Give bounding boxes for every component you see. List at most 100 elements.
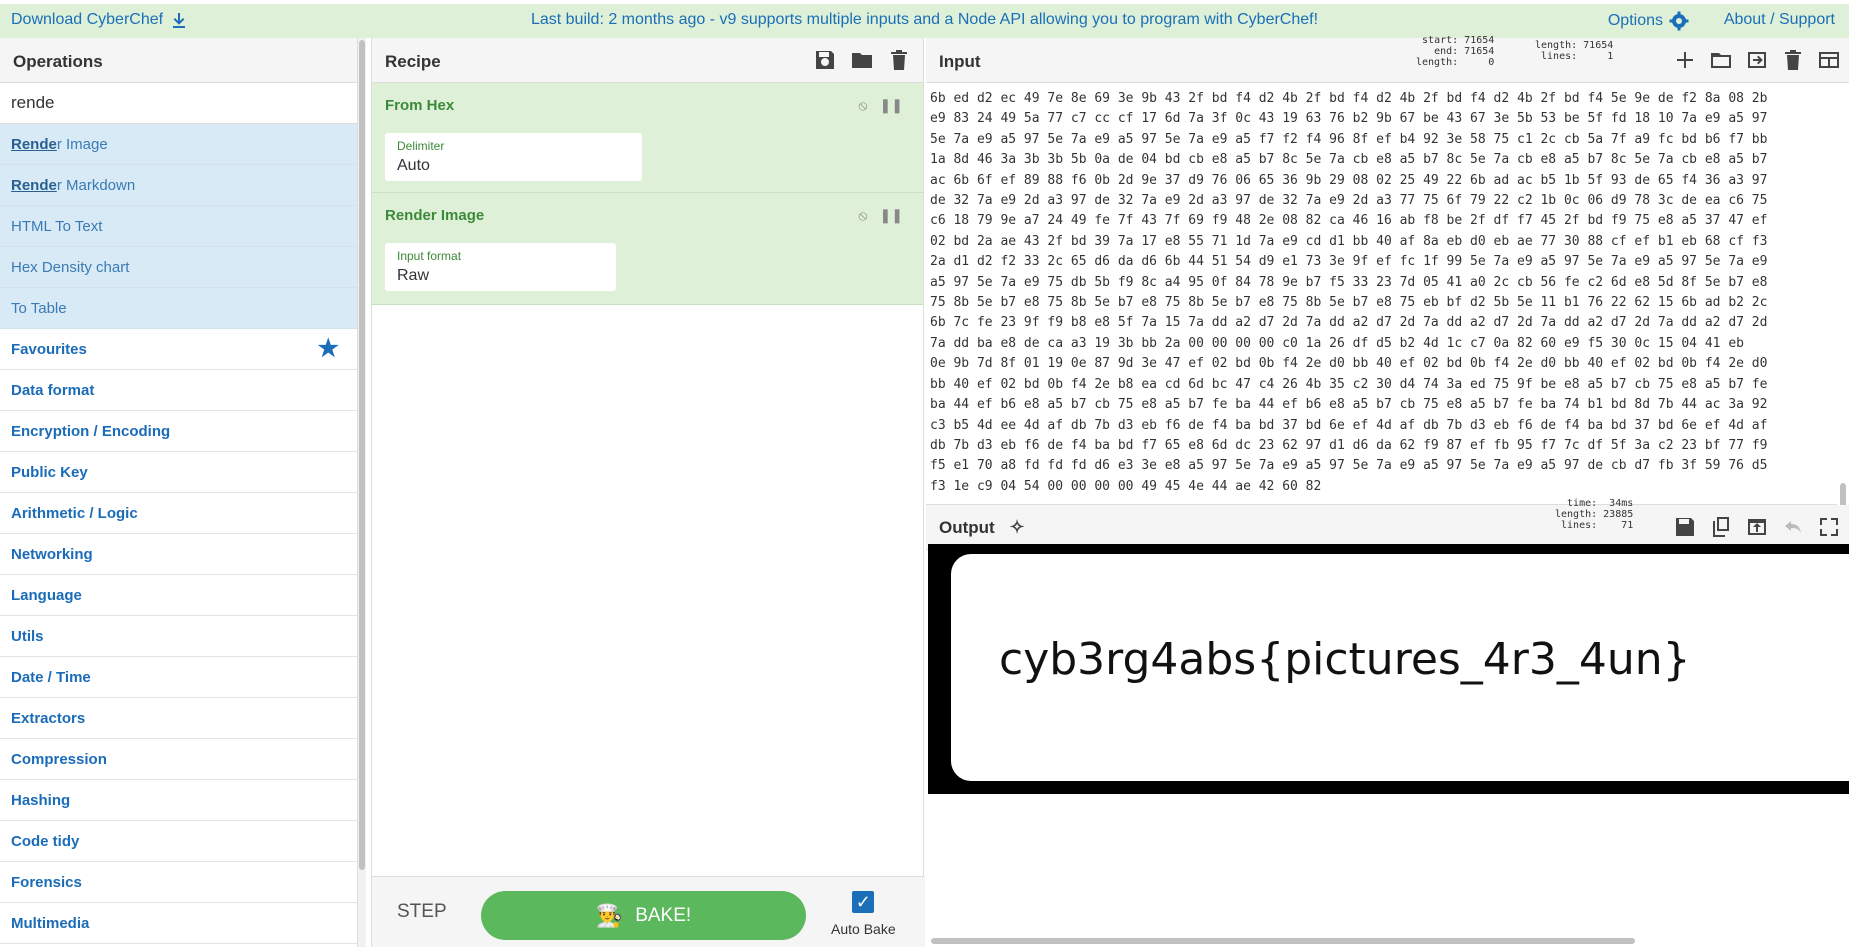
save-icon[interactable] [813, 48, 837, 72]
operation-result-item[interactable]: Render Markdown [0, 165, 357, 206]
category-item[interactable]: Data format [0, 370, 357, 411]
category-item[interactable]: Encryption / Encoding [0, 411, 357, 452]
about-support-link[interactable]: About / Support [1724, 11, 1835, 29]
hex-line: 75 8b 5e b7 e8 75 8b 5e b7 e8 75 8b 5e b… [930, 295, 1768, 311]
hex-line: db 7b d3 eb f6 de f4 ba bd f7 65 e8 6d d… [930, 437, 1768, 453]
field-value: Auto [397, 157, 430, 174]
hex-line: 02 bd 2a ae 43 2f bd 39 7a 17 e8 55 71 1… [930, 233, 1768, 249]
hex-line: 6b ed d2 ec 49 7e 8e 69 3e 9b 43 2f bd f… [930, 91, 1768, 106]
copy-icon[interactable] [1709, 515, 1733, 539]
hex-line: c6 18 79 9e a7 24 49 fe 7f 43 7f 69 f9 4… [930, 213, 1768, 229]
rendered-image: cyb3rg4abs{pictures_4r3_4un} [928, 544, 1849, 794]
hex-line: a5 97 5e 7a e9 75 db 5b f9 8c a4 95 0f 8… [930, 274, 1768, 290]
category-item[interactable]: Multimedia [0, 903, 357, 944]
operations-title: Operations [0, 38, 357, 83]
category-label: Forensics [11, 874, 82, 891]
category-item[interactable]: Forensics [0, 862, 357, 903]
category-label: Networking [11, 546, 93, 563]
reset-layout-icon[interactable] [1817, 48, 1841, 72]
operation-result-item[interactable]: To Table [0, 288, 357, 329]
hex-line: c3 b5 4d ee 4d af db 7b d3 eb f6 de f4 b… [930, 417, 1768, 433]
category-label: Arithmetic / Logic [11, 505, 138, 522]
bake-button[interactable]: 👨‍🍳 BAKE! [481, 891, 806, 940]
add-tab-icon[interactable] [1673, 48, 1697, 72]
open-file-icon[interactable] [1745, 48, 1769, 72]
input-textarea[interactable]: 6b ed d2 ec 49 7e 8e 69 3e 9b 43 2f bd f… [926, 83, 1836, 505]
operations-search-input[interactable]: rende [0, 83, 357, 124]
hex-line: 0e 9b 7d 8f 01 19 0e 87 9d 3e 47 ef 02 b… [930, 356, 1768, 372]
hex-line: 6b 7c fe 23 9f f9 b8 e8 5f 7a 15 7a dd a… [930, 315, 1768, 331]
disable-icon[interactable]: ⦸ [858, 207, 867, 224]
hex-line: 7a dd ba e8 de ca a3 19 3b bb 2a 00 00 0… [930, 335, 1744, 351]
folder-icon[interactable] [850, 48, 874, 72]
output-title: Output [939, 518, 995, 537]
operation-result-item[interactable]: Hex Density chart [0, 247, 357, 288]
options-link[interactable]: Options [1608, 11, 1689, 31]
bake-label: BAKE! [635, 904, 692, 926]
operation-name: HTML To Text [11, 218, 103, 235]
category-label: Hashing [11, 792, 71, 809]
category-item[interactable]: Hashing [0, 780, 357, 821]
category-label: Code tidy [11, 833, 80, 850]
replace-input-icon[interactable] [1745, 515, 1769, 539]
maximize-icon[interactable] [1817, 515, 1841, 539]
output-panel: Output ✧ time: 34ms length: 23885 lines:… [926, 498, 1849, 947]
options-label: Options [1607, 12, 1663, 29]
delimiter-field[interactable]: Delimiter Auto [385, 133, 642, 181]
operation-name: r Markdown [56, 177, 136, 194]
bake-bar: STEP 👨‍🍳 BAKE! ✓ Auto Bake [372, 876, 925, 947]
top-banner: Download CyberChef Last build: 2 months … [0, 0, 1849, 38]
operation-result-item[interactable]: Render Image [0, 124, 357, 165]
magic-wand-icon[interactable]: ✧ [1009, 517, 1024, 537]
input-selection-info: start: 71654 end: 71654 length: 0 [1416, 35, 1495, 68]
auto-bake-toggle[interactable]: ✓ Auto Bake [831, 891, 896, 937]
category-item[interactable]: Date / Time [0, 657, 357, 698]
checkbox-checked-icon[interactable]: ✓ [852, 891, 875, 913]
category-label: Compression [11, 751, 107, 768]
trash-icon[interactable] [887, 48, 911, 72]
category-label: Utils [11, 628, 44, 645]
recipe-op-from-hex[interactable]: From Hex ⦸ ❚❚ Delimiter Auto [372, 83, 923, 193]
build-notice[interactable]: Last build: 2 months ago - v9 supports m… [0, 11, 1849, 29]
category-item[interactable]: Code tidy [0, 821, 357, 862]
category-item[interactable]: Utils [0, 616, 357, 657]
clear-input-icon[interactable] [1781, 48, 1805, 72]
step-button[interactable]: STEP [397, 901, 447, 923]
operations-scrollbar[interactable] [358, 38, 366, 947]
category-item[interactable]: Extractors [0, 698, 357, 739]
hex-line: 1a 8d 46 3a 3b 3b 5b 0a de 04 bd cb e8 a… [930, 152, 1768, 168]
category-item[interactable]: Arithmetic / Logic [0, 493, 357, 534]
category-item[interactable]: Public Key [0, 452, 357, 493]
open-folder-icon[interactable] [1709, 48, 1733, 72]
category-item[interactable]: Networking [0, 534, 357, 575]
pause-icon[interactable]: ❚❚ [880, 207, 903, 224]
save-output-icon[interactable] [1673, 515, 1697, 539]
category-item[interactable]: Language [0, 575, 357, 616]
recipe-panel: Recipe From Hex ⦸ ❚❚ Delimiter Auto Rende… [371, 38, 925, 947]
field-label: Delimiter [397, 139, 445, 153]
operation-name: To Table [11, 300, 67, 317]
input-panel: Input start: 71654 end: 71654 length: 0 … [926, 35, 1849, 515]
category-item[interactable]: Favourites ★ [0, 329, 357, 370]
disable-icon[interactable]: ⦸ [858, 97, 867, 114]
category-item[interactable]: Compression [0, 739, 357, 780]
star-icon[interactable]: ★ [317, 337, 339, 361]
input-format-field[interactable]: Input format Raw [385, 243, 616, 291]
input-length-info: length: 71654 lines: 1 [1535, 40, 1614, 62]
hex-line: ac 6b 6f ef 89 88 f6 0b 2d 9e 37 d9 76 0… [930, 172, 1768, 188]
hex-line: 2a d1 d2 f2 33 2c 65 d6 da d6 6b 44 51 5… [930, 254, 1768, 270]
pause-icon[interactable]: ❚❚ [880, 97, 903, 114]
output-info: time: 34ms length: 23885 lines: 71 [1555, 498, 1634, 531]
undo-icon[interactable] [1781, 515, 1805, 539]
category-label: Multimedia [11, 915, 90, 932]
hex-line: bb 40 ef 02 bd 0b f4 2e b8 ea cd 6d bc 4… [930, 376, 1768, 392]
recipe-op-name: From Hex [385, 97, 455, 114]
field-value: Raw [397, 267, 430, 284]
output-horizontal-scrollbar[interactable] [931, 938, 1635, 944]
input-scrollbar[interactable] [1837, 83, 1849, 515]
operation-result-item[interactable]: HTML To Text [0, 206, 357, 247]
recipe-op-render-image[interactable]: Render Image ⦸ ❚❚ Input format Raw [372, 193, 923, 305]
hex-line: de 32 7a e9 2d a3 97 de 32 7a e9 2d a3 9… [930, 193, 1768, 209]
hex-line: f5 e1 70 a8 fd fd fd d6 e3 3e e8 a5 97 5… [930, 458, 1768, 474]
field-label: Input format [397, 249, 462, 263]
